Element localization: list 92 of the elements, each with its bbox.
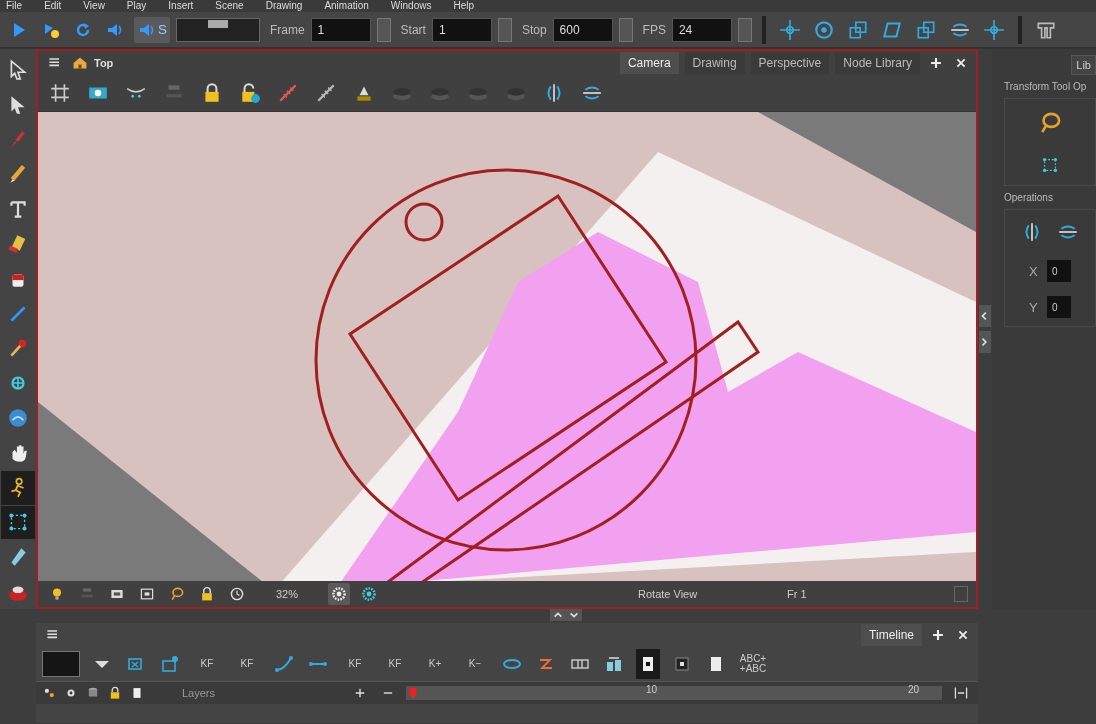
number-field[interactable]: 1: [310, 17, 371, 42]
sound-scrub-button[interactable]: S: [134, 16, 170, 43]
lasso-icon: [169, 586, 185, 602]
number-field[interactable]: 1: [431, 17, 492, 42]
menu-item[interactable]: Play: [126, 0, 147, 12]
view-title: Top: [94, 57, 114, 69]
axis-label: X: [1029, 263, 1039, 279]
grid-icon: [49, 82, 71, 104]
timeline-tool-button[interactable]: [636, 649, 660, 679]
expand-down-button[interactable]: [566, 609, 582, 621]
y-field[interactable]: 0: [1047, 296, 1071, 318]
number-field[interactable]: 24: [671, 17, 732, 42]
x-field[interactable]: 0: [1047, 260, 1071, 282]
pivot-icon: [982, 18, 1005, 41]
number-field[interactable]: 600: [552, 17, 613, 42]
chevron-right-icon: [980, 337, 990, 347]
frame-icon: [672, 654, 692, 674]
menu-item[interactable]: Edit: [44, 0, 62, 12]
minus-icon: [381, 690, 395, 696]
status-box: [953, 586, 968, 602]
timeline-tool-button[interactable]: KF: [192, 649, 222, 679]
menu-item[interactable]: View: [83, 0, 105, 12]
plus-icon: [929, 56, 943, 70]
translate-icon: [778, 18, 801, 41]
frame-indicator: Fr 1: [787, 588, 808, 600]
menu-item[interactable]: Animation: [324, 0, 369, 12]
timeline-tool-button[interactable]: KF: [380, 649, 410, 679]
extend-icon: [604, 654, 624, 674]
chevron-down-icon: [569, 610, 579, 620]
timeline-tool-button[interactable]: K−: [460, 649, 490, 679]
view-tab[interactable]: Node Library: [835, 52, 920, 74]
lock-icon: [199, 586, 215, 602]
timeline-tool-button[interactable]: KF: [232, 649, 262, 679]
field-label: Frame: [269, 22, 305, 37]
safe-area-icon: [139, 586, 155, 602]
close-icon: [955, 57, 967, 69]
panel-tab[interactable]: Lib: [1071, 55, 1096, 75]
timeline-slider[interactable]: [175, 17, 260, 42]
expand-up-button[interactable]: [550, 609, 566, 621]
slider-thumb[interactable]: [207, 19, 228, 28]
plus-icon: [353, 686, 367, 700]
gear-icon: [331, 586, 348, 602]
view-tab[interactable]: Drawing: [684, 52, 745, 74]
column-header: Layers: [182, 687, 217, 699]
ruler-icon: [277, 82, 299, 104]
ruler-icon: [315, 82, 337, 104]
history-icon: [229, 586, 245, 602]
lock-add-icon: [239, 82, 261, 104]
close-icon: [957, 629, 969, 641]
frame-number: 20: [908, 684, 920, 695]
curve-icon: [274, 654, 294, 674]
gear-icon: [361, 586, 378, 602]
field-label: Stop: [521, 22, 547, 37]
view-tab[interactable]: Camera: [619, 52, 679, 74]
group-layer-icon: [160, 654, 180, 674]
timeline-tab[interactable]: Timeline: [861, 624, 922, 646]
collapse-left-button[interactable]: [979, 305, 991, 327]
collapse-right-button[interactable]: [979, 331, 991, 353]
tool-button[interactable]: [1, 470, 35, 505]
home-icon: [72, 55, 88, 71]
sphere-icon: [7, 407, 29, 430]
menu-item[interactable]: Windows: [390, 0, 432, 12]
view-tab[interactable]: Perspective: [750, 52, 830, 74]
menu-item[interactable]: Insert: [168, 0, 194, 12]
text-icon: [7, 198, 29, 221]
section-title: Operations: [1004, 192, 1054, 203]
line-icon: [308, 660, 328, 668]
line-style-swatch[interactable]: [42, 651, 80, 677]
square-icon: [1041, 156, 1059, 174]
timeline-tool-button[interactable]: KF: [340, 649, 370, 679]
field-label: FPS: [642, 22, 666, 37]
panel-title: Transform Tool Op: [1004, 81, 1088, 92]
menu-item[interactable]: File: [6, 0, 23, 12]
chevron-up-icon: [553, 610, 563, 620]
transform-icon: [7, 511, 29, 534]
menu-item[interactable]: Drawing: [265, 0, 303, 12]
lock-icon: [108, 686, 122, 700]
scale-icon: [846, 18, 869, 41]
menu-item[interactable]: Scene: [215, 0, 244, 12]
status-text: Rotate View: [638, 588, 699, 600]
timeline-tool-button[interactable]: K+: [420, 649, 450, 679]
rotate-icon: [812, 18, 835, 41]
split-icon: [953, 685, 969, 701]
tool-button[interactable]: [1, 505, 35, 540]
menu-item[interactable]: Help: [453, 0, 474, 12]
status-button[interactable]: [328, 583, 351, 605]
field-label: Start: [400, 22, 426, 37]
frame-number: 10: [646, 684, 658, 695]
axis-label: Y: [1029, 299, 1039, 315]
zoom-level[interactable]: 32%: [276, 588, 321, 600]
plus-icon: [931, 628, 945, 642]
timeline-tool-button[interactable]: ABC+ +ABC: [738, 649, 768, 679]
